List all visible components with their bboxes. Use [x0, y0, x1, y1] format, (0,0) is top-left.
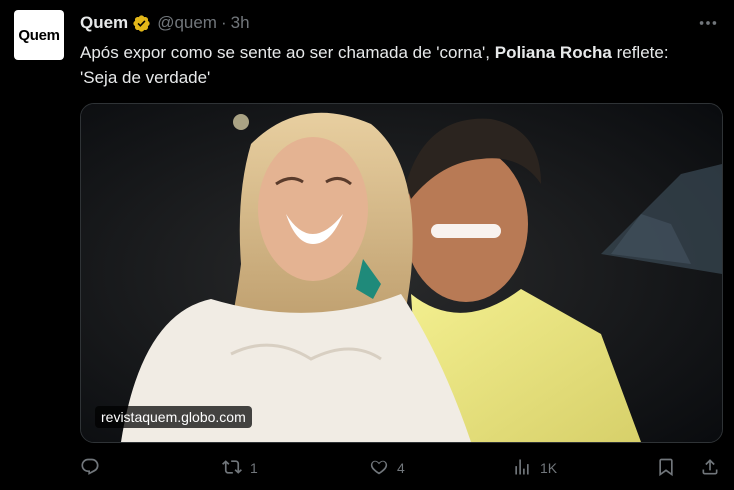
tweet-text-part1: Após expor como se sente ao ser chamada … [80, 43, 495, 62]
views-count: 1K [540, 460, 558, 476]
action-bar: 1 4 1K [80, 456, 720, 480]
views-button[interactable]: 1K [512, 456, 557, 480]
avatar-logo-text: Quem [18, 26, 60, 44]
share-button[interactable] [700, 456, 720, 480]
timestamp[interactable]: 3h [231, 13, 250, 33]
share-icon [700, 457, 720, 480]
bookmark-button[interactable] [656, 456, 676, 480]
author-name[interactable]: Quem [80, 13, 128, 33]
tweet-media-card[interactable]: revistaquem.globo.com [80, 103, 723, 443]
more-horizontal-icon[interactable] [696, 14, 720, 32]
like-count: 4 [397, 460, 405, 476]
retweet-icon [222, 457, 242, 480]
views-icon [512, 457, 532, 480]
photo-image [81, 104, 722, 442]
reply-button[interactable] [80, 456, 108, 480]
heart-icon [369, 457, 389, 480]
tweet[interactable]: Quem Quem @quem · 3h Após expor como se … [0, 0, 734, 490]
media-source-badge[interactable]: revistaquem.globo.com [95, 406, 252, 428]
tweet-header: Quem @quem · 3h [80, 12, 250, 34]
separator-dot: · [220, 13, 227, 32]
verified-badge-icon[interactable] [132, 14, 151, 33]
tweet-text-bold[interactable]: Poliana Rocha [495, 43, 612, 62]
retweet-button[interactable]: 1 [222, 456, 258, 480]
retweet-count: 1 [250, 460, 258, 476]
bookmark-icon [656, 457, 676, 480]
like-button[interactable]: 4 [369, 456, 405, 480]
author-handle[interactable]: @quem [157, 13, 217, 33]
reply-icon [80, 457, 100, 480]
avatar[interactable]: Quem [14, 10, 64, 60]
tweet-text: Após expor como se sente ao ser chamada … [80, 40, 710, 90]
